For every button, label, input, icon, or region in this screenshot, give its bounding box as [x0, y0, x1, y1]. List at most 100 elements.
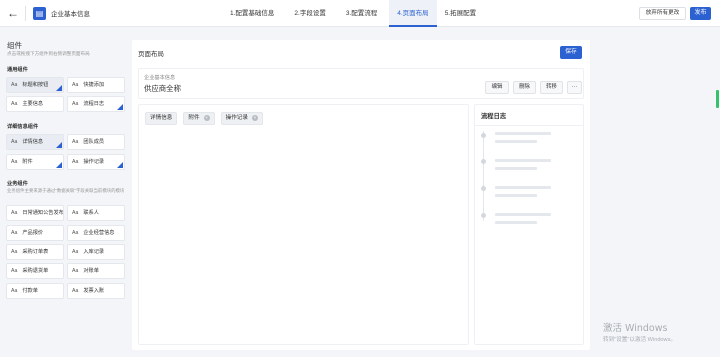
- component-item[interactable]: Aa 产品报价: [6, 225, 64, 241]
- added-marker-icon: [56, 85, 62, 91]
- tab-detail-info[interactable]: 详情信息: [145, 112, 178, 125]
- component-label: 快捷添加: [83, 82, 105, 88]
- group-title-general: 通用组件: [7, 67, 28, 73]
- component-label: 发票入账: [83, 288, 105, 294]
- text-type-icon: Aa: [72, 159, 79, 165]
- step-flow-config[interactable]: 3.配置流程: [338, 0, 385, 27]
- component-item[interactable]: Aa 付款单: [6, 283, 64, 299]
- activation-subtitle: 转到"设置"以激活 Windows。: [603, 337, 676, 343]
- publish-button[interactable]: 发布: [690, 7, 711, 20]
- text-type-icon: Aa: [72, 249, 79, 255]
- component-item[interactable]: Aa 流程日志: [67, 96, 125, 112]
- scrollbar-thumb[interactable]: [716, 90, 719, 108]
- activation-title: 激活 Windows: [603, 323, 668, 334]
- component-item[interactable]: Aa 采购订单表: [6, 244, 64, 260]
- component-item[interactable]: Aa 对账单: [67, 263, 125, 279]
- close-icon[interactable]: ×: [251, 115, 258, 121]
- component-item[interactable]: Aa 企业经营信息: [67, 225, 125, 241]
- page-layout-canvas: 页面布局 保存 企业基本信息 供应商全称 编辑 删除 转移 ··· 详情信息 附…: [132, 40, 590, 350]
- tab-label: 操作记录: [225, 115, 248, 121]
- text-type-icon: Aa: [11, 101, 18, 107]
- edit-button[interactable]: 编辑: [485, 81, 509, 94]
- component-label: 入库记录: [83, 249, 105, 255]
- timeline-dot: [481, 133, 486, 138]
- component-item[interactable]: Aa 详情信息: [6, 134, 64, 150]
- component-item[interactable]: Aa 快捷添加: [67, 77, 125, 93]
- panel-title: 组件: [7, 41, 22, 50]
- group-title-business: 业务组件: [7, 181, 28, 187]
- transfer-button[interactable]: 转移: [540, 81, 563, 94]
- placeholder-bar: [495, 159, 551, 162]
- page-title: 页面布局: [138, 51, 164, 58]
- added-marker-icon: [117, 104, 123, 110]
- top-bar: ← ▤ 企业基本信息 1.配置基础信息 2.字段设置 3.配置流程 4.页面布局…: [0, 0, 720, 27]
- back-arrow-icon[interactable]: ←: [6, 6, 20, 20]
- record-title: 供应商全称: [144, 84, 181, 93]
- discard-changes-button[interactable]: 放弃所有更改: [639, 7, 686, 20]
- tab-operation-log[interactable]: 操作记录 ×: [220, 112, 263, 125]
- added-marker-icon: [117, 162, 123, 168]
- text-type-icon: Aa: [72, 101, 79, 107]
- step-tabs: 1.配置基础信息 2.字段设置 3.配置流程 4.页面布局 5.拓展配置: [222, 0, 484, 27]
- app-icon: ▤: [33, 7, 46, 20]
- component-label: 产品报价: [22, 230, 44, 236]
- component-panel: 组件 点击或拖拽下方组件到右侧调整页面布局 通用组件 Aa 标题和按钮 Aa 快捷添…: [0, 33, 132, 357]
- delete-button[interactable]: 删除: [513, 81, 536, 94]
- component-item[interactable]: Aa 团队成员: [67, 134, 125, 150]
- placeholder-bar: [495, 132, 551, 135]
- component-item[interactable]: Aa 联系人: [67, 205, 125, 221]
- step-field-settings[interactable]: 2.字段设置: [286, 0, 333, 27]
- component-item[interactable]: Aa 采购退货单: [6, 263, 64, 279]
- title-and-buttons-block[interactable]: 企业基本信息 供应商全称 编辑 删除 转移 ···: [138, 68, 584, 99]
- step-basic-info[interactable]: 1.配置基础信息: [222, 0, 282, 27]
- timeline-dot: [481, 186, 486, 191]
- component-label: 联系人: [83, 210, 99, 216]
- tab-label: 附件: [188, 115, 200, 121]
- placeholder-bar: [495, 194, 537, 197]
- text-type-icon: Aa: [11, 230, 18, 236]
- close-icon[interactable]: ×: [203, 115, 210, 121]
- component-item[interactable]: Aa 操作记录: [67, 154, 125, 170]
- component-label: 团队成员: [83, 139, 105, 145]
- tab-label: 详情信息: [150, 115, 173, 121]
- component-item[interactable]: Aa 标题和按钮: [6, 77, 64, 93]
- component-label: 采购订单表: [22, 249, 49, 255]
- placeholder-bar: [495, 167, 537, 170]
- app-title: 企业基本信息: [51, 11, 90, 18]
- component-label: 操作记录: [83, 159, 105, 165]
- flow-log-block[interactable]: 流程日志: [474, 104, 584, 345]
- component-item[interactable]: Aa 发票入账: [67, 283, 125, 299]
- component-item[interactable]: Aa 附件: [6, 154, 64, 170]
- placeholder-bar: [495, 140, 537, 143]
- component-label: 采购退货单: [22, 268, 49, 274]
- save-button[interactable]: 保存: [560, 46, 582, 59]
- text-type-icon: Aa: [11, 139, 18, 145]
- component-item[interactable]: Aa 主要信息: [6, 96, 64, 112]
- added-marker-icon: [56, 142, 62, 148]
- placeholder-bar: [495, 186, 551, 189]
- detail-tabs: 详情信息 附件 × 操作记录 ×: [145, 112, 263, 125]
- step-extension-config[interactable]: 5.拓展配置: [437, 0, 484, 27]
- component-item[interactable]: Aa 入库记录: [67, 244, 125, 260]
- more-button[interactable]: ···: [567, 81, 582, 94]
- component-label: 对账单: [83, 268, 99, 274]
- component-label: 付款单: [22, 288, 38, 294]
- panel-hint: 点击或拖拽下方组件到右侧调整页面布局: [7, 51, 90, 56]
- text-type-icon: Aa: [11, 288, 18, 294]
- text-type-icon: Aa: [11, 159, 18, 165]
- component-item[interactable]: Aa 日常通知公告发布: [6, 205, 64, 221]
- text-type-icon: Aa: [11, 210, 18, 216]
- text-type-icon: Aa: [72, 230, 79, 236]
- text-type-icon: Aa: [72, 139, 79, 145]
- divider: [475, 125, 583, 126]
- group-desc-business: 业务组件主要来源于通过"数据关联"字段关联当前模块的模块: [7, 188, 125, 193]
- component-label: 附件: [22, 159, 33, 165]
- text-type-icon: Aa: [72, 288, 79, 294]
- detail-block[interactable]: 详情信息 附件 × 操作记录 ×: [138, 104, 469, 345]
- step-page-layout[interactable]: 4.页面布局: [389, 0, 437, 27]
- group-title-detail: 详细信息组件: [7, 124, 39, 130]
- divider: [25, 6, 26, 21]
- tab-attachments[interactable]: 附件 ×: [183, 112, 215, 125]
- placeholder-bar: [495, 221, 537, 224]
- added-marker-icon: [56, 162, 62, 168]
